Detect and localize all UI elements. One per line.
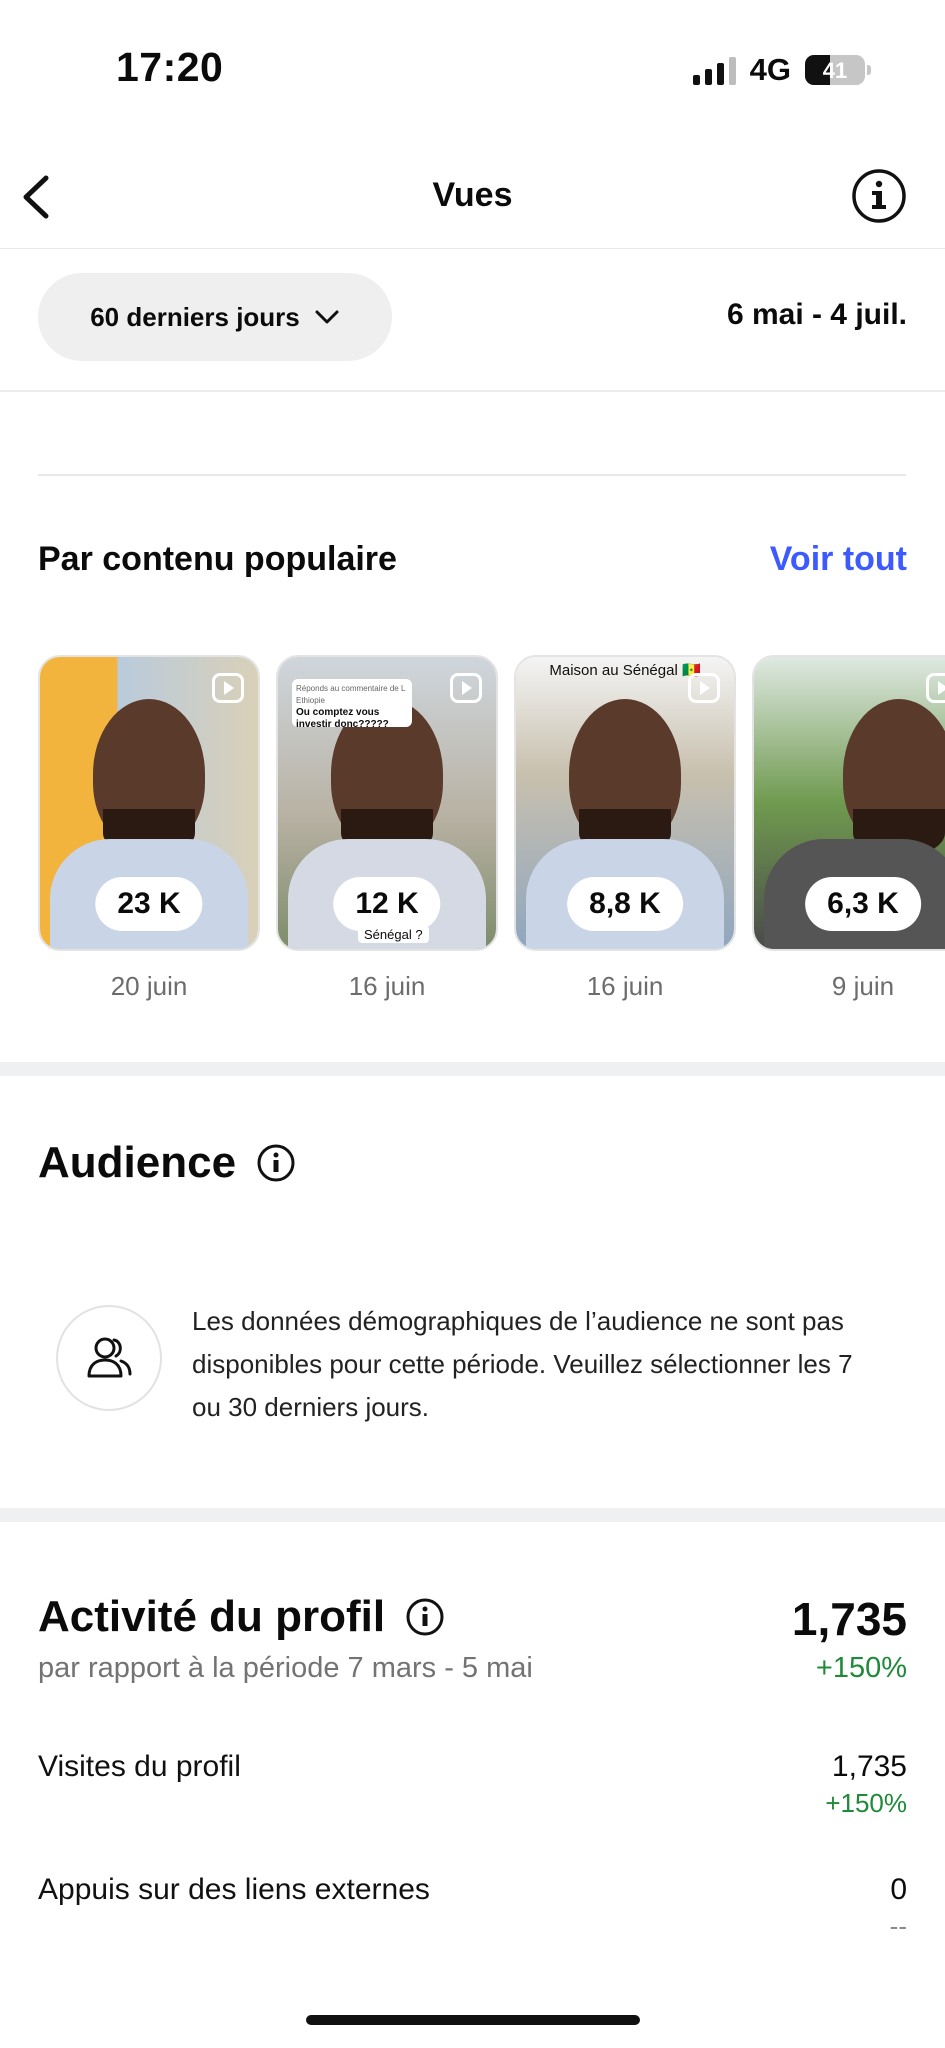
- audience-unavailable-message: Les données démographiques de l’audience…: [192, 1306, 853, 1422]
- reel-icon: [926, 673, 945, 703]
- page-title: Vues: [432, 176, 513, 214]
- external-link-taps-label: Appuis sur des liens externes: [38, 1873, 430, 1906]
- reel-icon: [450, 673, 482, 703]
- audience-section-title: Audience: [38, 1138, 296, 1188]
- views-count: 8,8 K: [567, 877, 683, 931]
- comment-header: Réponds au commentaire de L Ethiopie: [296, 684, 406, 705]
- period-dropdown[interactable]: 60 derniers jours: [38, 273, 392, 361]
- signal-icon: [692, 55, 736, 85]
- external-link-taps-value: 0: [890, 1873, 907, 1906]
- profile-activity-section-title: Activité du profil: [38, 1592, 445, 1642]
- comparison-period: par rapport à la période 7 mars - 5 mai: [38, 1652, 533, 1684]
- info-icon[interactable]: [405, 1597, 445, 1637]
- audience-title: Audience: [38, 1138, 237, 1187]
- section-separator: [0, 1508, 945, 1522]
- audience-icon: [56, 1305, 162, 1411]
- views-count: 6,3 K: [805, 877, 921, 931]
- reel-card[interactable]: Réponds au commentaire de L Ethiopie Ou …: [276, 655, 498, 1002]
- reel-thumbnail[interactable]: 6,3 K: [752, 655, 945, 951]
- status-time: 17:20: [116, 44, 224, 90]
- profile-activity-change: +150%: [815, 1652, 907, 1684]
- views-count: 23 K: [95, 877, 203, 931]
- reel-icon: [688, 673, 720, 703]
- profile-visits-label: Visites du profil: [38, 1750, 241, 1783]
- reel-card[interactable]: Maison au Sénégal 🇸🇳 8,8 K 16 juin: [514, 655, 736, 1002]
- popular-content-title: Par contenu populaire: [38, 540, 397, 578]
- reel-card[interactable]: 6,3 K 9 juin: [752, 655, 945, 1002]
- people-icon: [87, 1337, 132, 1378]
- profile-visits-value: 1,735: [831, 1750, 907, 1783]
- divider: [38, 474, 906, 476]
- profile-activity-total: 1,735: [791, 1593, 907, 1645]
- reel-icon: [212, 673, 244, 703]
- post-date: 16 juin: [348, 971, 426, 1001]
- info-icon[interactable]: [851, 168, 907, 224]
- comment-text: Ou comptez vous investir donc?????: [296, 707, 389, 730]
- views-count: 12 K: [333, 877, 441, 931]
- reel-thumbnail[interactable]: Réponds au commentaire de L Ethiopie Ou …: [276, 655, 498, 951]
- reel-thumbnail[interactable]: Maison au Sénégal 🇸🇳 8,8 K: [514, 655, 736, 951]
- profile-activity-title: Activité du profil: [38, 1592, 386, 1641]
- section-separator: [0, 1062, 945, 1076]
- period-label: 60 derniers jours: [90, 301, 300, 332]
- profile-visits-change: +150%: [825, 1788, 907, 1818]
- post-date: 16 juin: [586, 971, 664, 1001]
- external-link-taps-change: --: [889, 1911, 907, 1941]
- caption-bottom: Sénégal ?: [358, 926, 429, 943]
- post-date: 20 juin: [110, 971, 188, 1001]
- status-indicators: 4G 41: [692, 48, 871, 92]
- info-icon[interactable]: [256, 1143, 296, 1183]
- network-type: 4G: [749, 52, 791, 87]
- home-indicator[interactable]: [306, 2015, 640, 2025]
- battery-level: 41: [822, 58, 848, 83]
- chevron-down-icon: [315, 310, 339, 324]
- post-date: 9 juin: [831, 971, 895, 1001]
- navigation-bar: Vues: [0, 140, 945, 249]
- reel-card[interactable]: 23 K 20 juin: [38, 655, 260, 1002]
- period-filter-bar: 60 derniers jours 6 mai - 4 juil.: [0, 248, 945, 392]
- reel-thumbnail[interactable]: 23 K: [38, 655, 260, 951]
- popular-content-carousel[interactable]: 23 K 20 juin Réponds au commentaire de L…: [38, 655, 945, 1015]
- comment-bubble: Réponds au commentaire de L Ethiopie Ou …: [292, 679, 412, 730]
- see-all-link[interactable]: Voir tout: [770, 540, 907, 579]
- date-range: 6 mai - 4 juil.: [726, 298, 907, 331]
- battery-icon: 41: [805, 55, 871, 85]
